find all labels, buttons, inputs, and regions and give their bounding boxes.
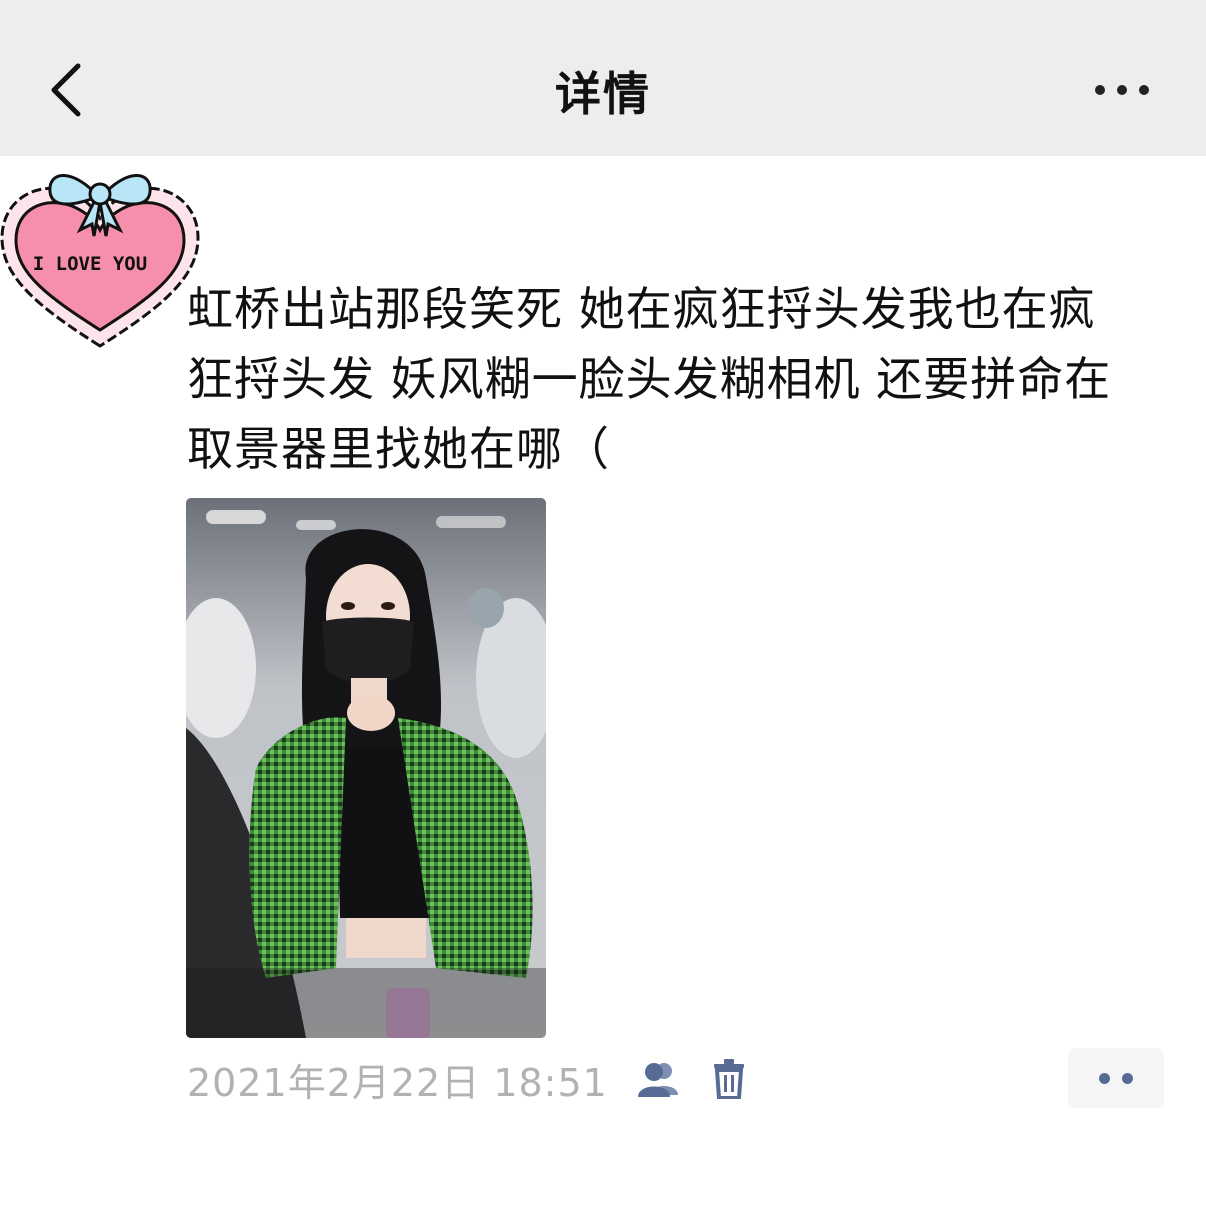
airport-photo-image (186, 498, 546, 1038)
more-dots-icon (1095, 85, 1105, 95)
page-title: 详情 (555, 67, 651, 121)
post-photo[interactable] (186, 498, 546, 1038)
post-timestamp: 2021年2月22日 18:51 (187, 1060, 608, 1105)
comment-like-button[interactable] (1068, 1048, 1164, 1108)
heart-avatar-image: I LOVE YOU (0, 174, 200, 348)
comment-like-dots-icon (1099, 1072, 1110, 1084)
friends-visibility-icon[interactable] (634, 1059, 682, 1099)
trash-icon[interactable] (712, 1059, 746, 1099)
post-text: 虹桥出站那段笑死 她在疯狂捋头发我也在疯 狂捋头发 妖风糊一脸头发糊相机 还要拼… (187, 282, 1112, 476)
avatar[interactable]: I LOVE YOU (0, 158, 200, 354)
post-meta-row: 2021年2月22日 18:51 (187, 1052, 746, 1106)
navigation-bar: 详情 (0, 0, 1206, 156)
more-options-button[interactable] (1082, 70, 1162, 110)
svg-text:I LOVE YOU: I LOVE YOU (33, 253, 147, 275)
